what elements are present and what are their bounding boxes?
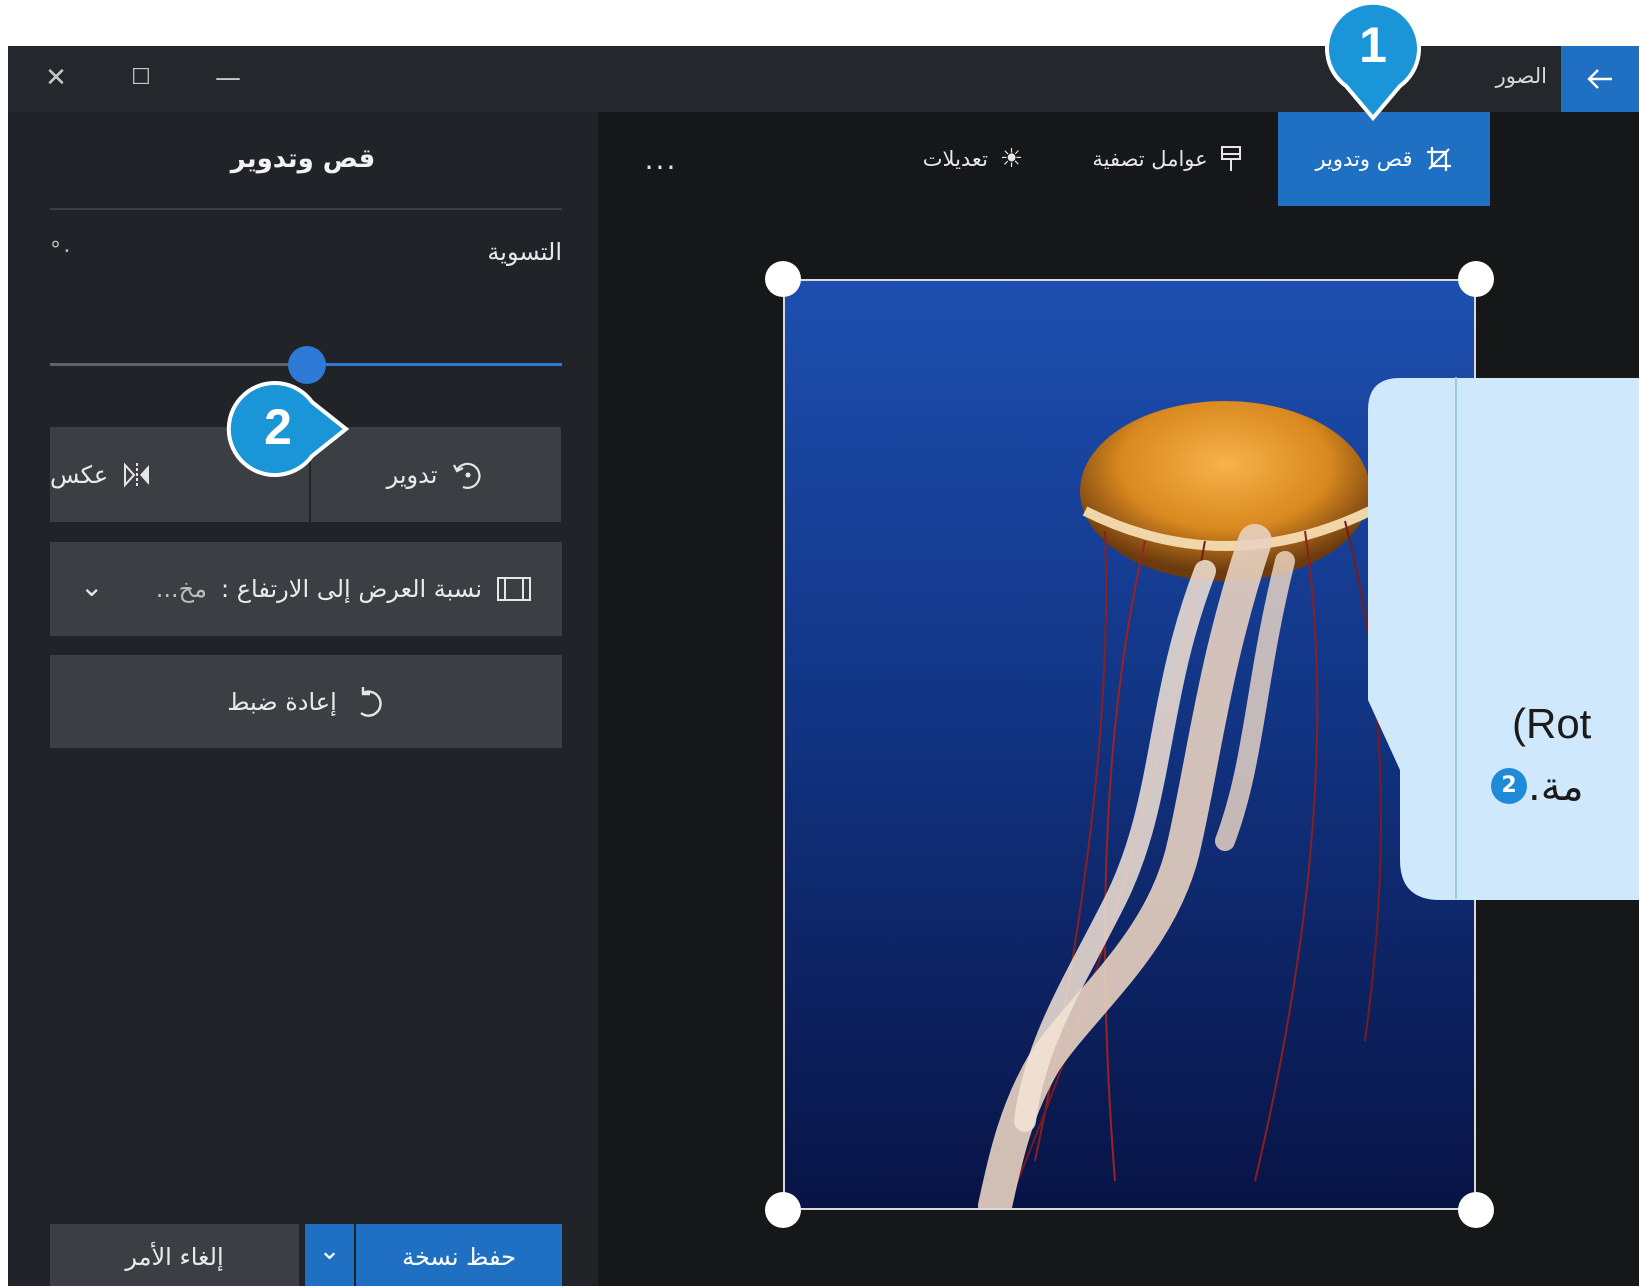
aspect-ratio-dropdown[interactable]: نسبة العرض إلى الارتفاع : مخ... ⌄ [50,542,562,636]
panel-divider [50,208,562,210]
rotate-label: تدوير [386,460,438,489]
reset-label: إعادة ضبط [227,687,337,716]
step-marker-2-label: 2 [264,399,292,455]
close-icon[interactable]: ✕ [34,58,78,98]
panel-title: قص وتدوير [230,144,376,174]
tab-crop-rotate[interactable]: قص وتدوير [1278,112,1490,206]
tab-adjustments-label: تعديلات [922,147,988,171]
app-title: الصور [1495,64,1547,88]
rotate-icon [453,462,481,489]
callout-shape [1368,378,1639,900]
crop-handle-bottom-left[interactable] [765,1192,801,1228]
tab-crop-rotate-label: قص وتدوير [1315,147,1413,171]
back-button[interactable] [1561,46,1639,112]
aspect-ratio-value: مخ... [155,575,207,603]
straighten-label: التسوية [487,238,562,266]
callout-text-line1: (Rot [1512,700,1592,747]
crop-rotate-panel: قص وتدوير التسوية °٠ تدوير عكس نسبة العر… [8,112,598,1286]
tab-filters-label: عوامل تصفية [1092,147,1208,171]
callout-divider [1455,377,1457,899]
crop-handle-top-right[interactable] [1458,261,1494,297]
cancel-button[interactable]: إلغاء الأمر [50,1224,299,1286]
step-marker-1-label: 1 [1359,17,1387,73]
callout-step-badge: 2 [1491,768,1527,804]
maximize-icon[interactable]: ☐ [119,58,163,98]
crop-icon [1426,147,1451,171]
tab-adjustments[interactable]: ☀ تعديلات [888,112,1058,206]
filter-brush-icon [1220,146,1241,171]
save-copy-button[interactable]: حفظ نسخة [356,1224,562,1286]
minimize-icon[interactable]: — [206,58,250,98]
crop-handle-top-left[interactable] [765,261,801,297]
undo-icon [360,686,382,717]
aspect-ratio-label: نسبة العرض إلى الارتفاع : [221,575,482,603]
aspect-ratio-icon [497,577,531,601]
save-options-dropdown[interactable]: ⌄ [305,1224,354,1286]
arrow-left-icon [1587,69,1612,89]
sun-icon: ☀ [999,144,1024,174]
tab-filters[interactable]: عوامل تصفية [1072,112,1262,206]
chevron-down-icon: ⌄ [80,570,104,603]
straighten-slider-fill [308,363,562,366]
callout-text-line2: مة. [1528,764,1584,810]
chevron-down-icon: ⌄ [318,1236,341,1266]
flip-icon [124,461,150,488]
more-options-button[interactable]: ... [626,112,696,206]
straighten-value: °٠ [50,238,73,263]
flip-label: عكس [50,460,109,489]
reset-button[interactable]: إعادة ضبط [50,655,562,748]
crop-handle-bottom-right[interactable] [1458,1192,1494,1228]
